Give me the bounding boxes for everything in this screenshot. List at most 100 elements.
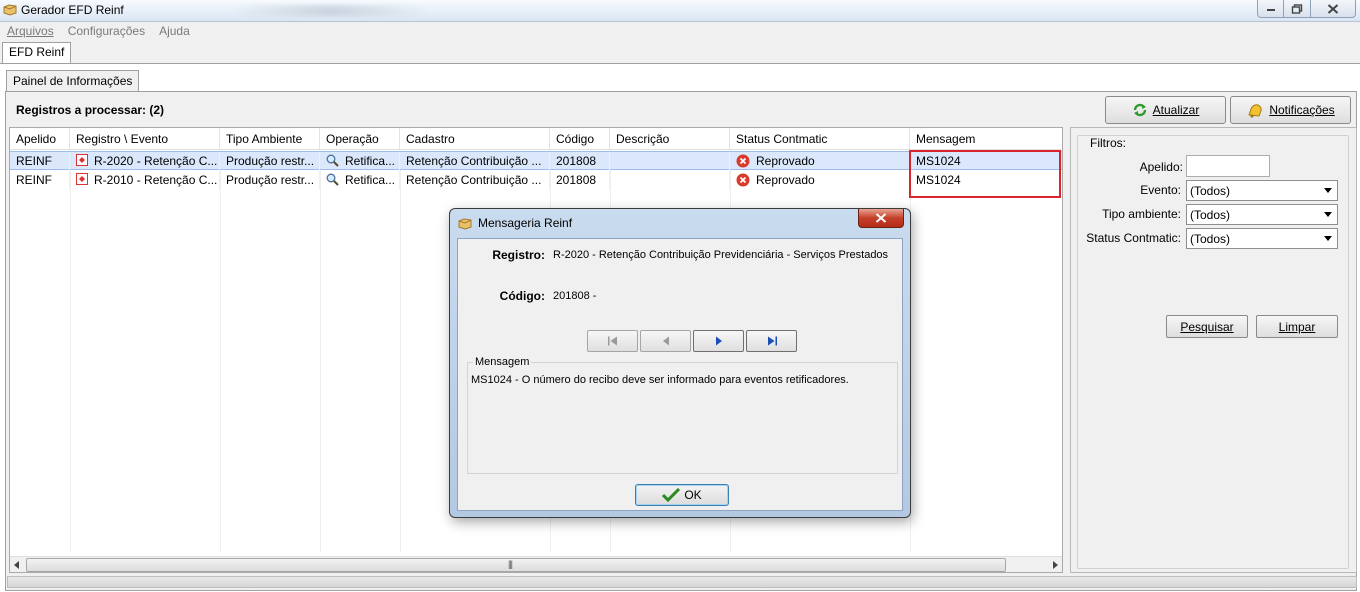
cell-operacao: Retifica... [320, 152, 400, 171]
pesquisar-button[interactable]: Pesquisar [1166, 315, 1248, 338]
restore-button[interactable] [1284, 0, 1311, 18]
column-divider [320, 150, 321, 552]
column-header-apelido[interactable]: Apelido [10, 128, 70, 150]
tab-efd-reinf[interactable]: EFD Reinf [2, 42, 72, 64]
main-tab-strip: EFD Reinf [0, 42, 1360, 64]
column-header-operacao[interactable]: Operação [320, 128, 400, 150]
cell-apelido: REINF [10, 152, 70, 171]
minimize-icon [1266, 8, 1275, 11]
window-title: Gerador EFD Reinf [21, 3, 124, 17]
apelido-label: Apelido: [1139, 160, 1183, 174]
pesquisar-label: Pesquisar [1180, 319, 1234, 334]
cell-tipo-ambiente: Produção restr... [220, 171, 320, 190]
chevron-down-icon [1324, 212, 1332, 217]
status-bar [7, 576, 1357, 588]
magnifier-icon [326, 173, 339, 186]
cell-codigo: 201808 [550, 171, 610, 190]
first-record-button[interactable] [587, 330, 638, 352]
close-icon [875, 213, 887, 223]
mensagem-highlight-annotation [909, 150, 1061, 198]
cell-status: Reprovado [730, 152, 910, 171]
column-header-cadastro[interactable]: Cadastro [400, 128, 550, 150]
cell-descricao [610, 171, 730, 190]
menu-ajuda[interactable]: Ajuda [152, 23, 197, 41]
registro-label: Registro: [492, 248, 545, 262]
evento-label: Evento: [1140, 183, 1181, 197]
event-icon [76, 154, 88, 166]
chevron-down-icon [1324, 188, 1332, 193]
menu-configuracoes[interactable]: Configurações [61, 23, 152, 41]
apelido-input[interactable] [1186, 155, 1270, 177]
scrollbar-grip-icon: ||| [508, 559, 513, 569]
cell-descricao [610, 152, 730, 171]
registros-count-label: Registros a processar: (2) [16, 103, 165, 117]
last-record-button[interactable] [746, 330, 797, 352]
evento-select-value: (Todos) [1190, 184, 1231, 198]
dialog-close-button[interactable] [858, 209, 904, 228]
column-header-tipo-ambiente[interactable]: Tipo Ambiente [220, 128, 320, 150]
cell-apelido: REINF [10, 171, 70, 190]
cell-registro-text: R-2020 - Retenção C... [94, 154, 218, 168]
filters-panel: Filtros: Apelido: Evento: (Todos) Tipo a… [1070, 127, 1357, 573]
window-titlebar: Gerador EFD Reinf [0, 0, 1360, 22]
table-row[interactable]: REINF R-2020 - Retenção C... Produção re… [10, 151, 1062, 171]
minimize-button[interactable] [1257, 0, 1284, 18]
tab-painel-informacoes[interactable]: Painel de Informações [6, 70, 140, 92]
atualizar-label: Atualizar [1152, 103, 1200, 117]
menu-arquivos[interactable]: Arquivos [0, 23, 61, 41]
chevron-down-icon [1324, 236, 1332, 241]
codigo-value: 201808 - [553, 290, 597, 302]
previous-record-icon [662, 336, 669, 346]
menu-arquivos-label: Arquivos [7, 24, 54, 38]
status-contmatic-select-value: (Todos) [1190, 232, 1231, 246]
status-contmatic-label: Status Contmatic: [1086, 231, 1181, 245]
column-divider [220, 150, 221, 552]
refresh-icon [1133, 103, 1146, 117]
menu-configuracoes-label: Configurações [67, 24, 146, 38]
dialog-title: Mensageria Reinf [478, 216, 573, 230]
tipo-ambiente-select[interactable]: (Todos) [1186, 204, 1338, 225]
first-record-icon [607, 336, 617, 346]
status-contmatic-select[interactable]: (Todos) [1186, 228, 1338, 249]
close-button[interactable] [1311, 0, 1356, 18]
menu-ajuda-label: Ajuda [159, 24, 190, 38]
column-divider [400, 150, 401, 552]
column-header-registro[interactable]: Registro \ Evento [70, 128, 220, 150]
next-record-button[interactable] [693, 330, 744, 352]
ok-label: OK [684, 488, 702, 502]
cell-operacao-text: Retifica... [345, 154, 396, 168]
close-icon [1327, 3, 1339, 14]
notificacoes-button[interactable]: Notificações [1230, 96, 1351, 124]
column-divider [70, 150, 71, 552]
checkmark-icon [662, 488, 681, 502]
table-row[interactable]: REINF R-2010 - Retenção C... Produção re… [10, 171, 1062, 190]
scroll-right-icon[interactable] [1051, 561, 1059, 569]
tipo-ambiente-select-value: (Todos) [1190, 208, 1231, 222]
mensagem-text: MS1024 - O número do recibo deve ser inf… [471, 374, 849, 386]
next-record-icon [715, 336, 722, 346]
error-icon [736, 173, 750, 187]
horizontal-scrollbar[interactable]: ||| [10, 556, 1062, 572]
scroll-left-icon[interactable] [13, 561, 21, 569]
cell-tipo-ambiente: Produção restr... [220, 152, 320, 171]
column-header-descricao[interactable]: Descrição [610, 128, 730, 150]
filters-group: Filtros: Apelido: Evento: (Todos) Tipo a… [1077, 135, 1349, 569]
mensagem-legend: Mensagem [473, 356, 532, 368]
evento-select[interactable]: (Todos) [1186, 180, 1338, 201]
magnifier-icon [326, 154, 339, 167]
scrollbar-thumb[interactable] [26, 558, 1006, 572]
error-icon [736, 154, 750, 168]
grid-header: Apelido Registro \ Evento Tipo Ambiente … [10, 128, 1062, 150]
mensageria-dialog: Mensageria Reinf Registro: R-2020 - Rete… [449, 208, 911, 518]
limpar-button[interactable]: Limpar [1256, 315, 1338, 338]
cell-operacao: Retifica... [320, 171, 400, 190]
column-header-mensagem[interactable]: Mensagem [910, 128, 1062, 150]
column-header-status[interactable]: Status Contmatic [730, 128, 910, 150]
cell-status-text: Reprovado [756, 173, 815, 187]
last-record-icon [767, 336, 777, 346]
atualizar-button[interactable]: Atualizar [1105, 96, 1226, 124]
column-header-codigo[interactable]: Código [550, 128, 610, 150]
previous-record-button[interactable] [640, 330, 691, 352]
cell-operacao-text: Retifica... [345, 173, 396, 187]
ok-button[interactable]: OK [635, 484, 729, 506]
